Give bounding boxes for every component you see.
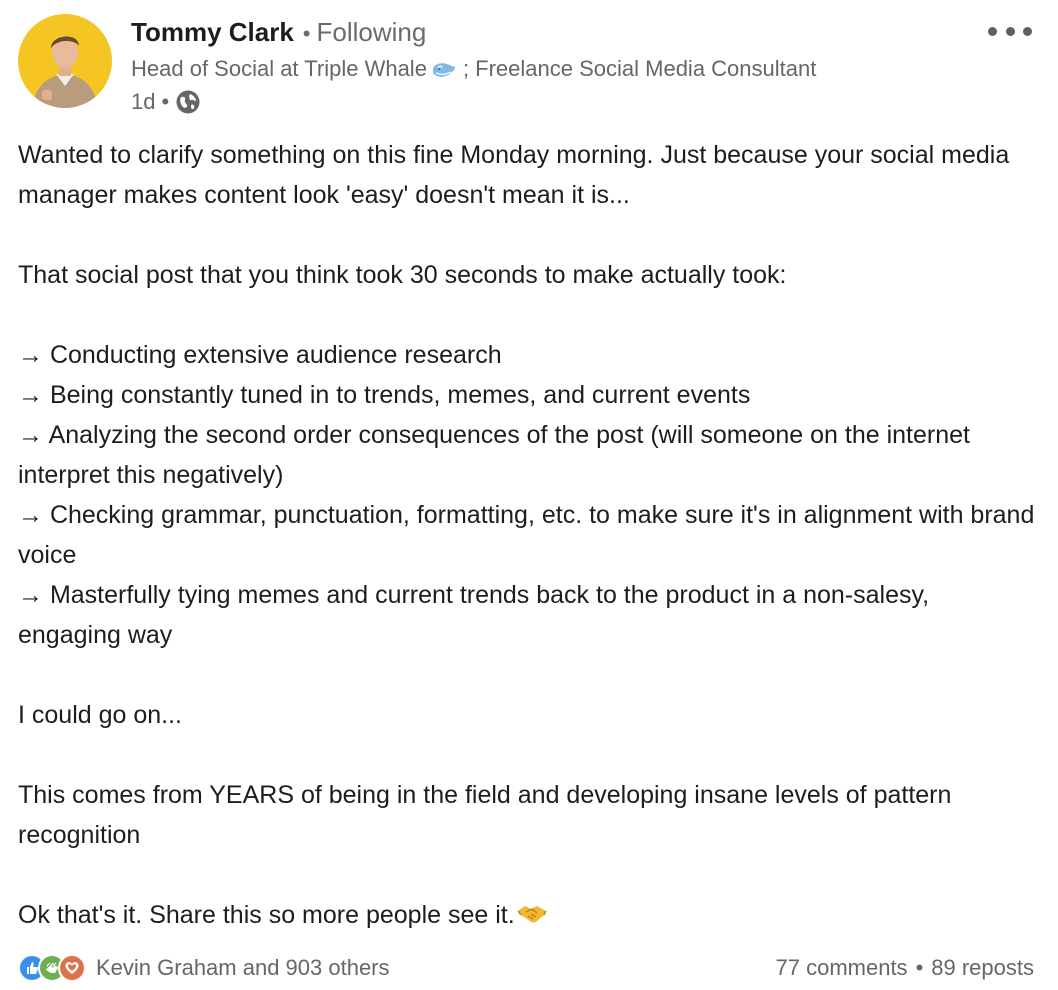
more-dot [1023, 26, 1032, 36]
reactions-count-text: Kevin Graham and 903 others [96, 955, 390, 980]
post-meta: 1d • [131, 88, 201, 116]
social-footer: Kevin Graham and 903 others 77 comments … [18, 950, 1034, 986]
post-list-item: → Being constantly tuned in to trends, m… [18, 381, 751, 409]
post-paragraph [18, 735, 1038, 775]
post-paragraph [18, 855, 1038, 895]
author-name[interactable]: Tommy Clark [131, 17, 294, 48]
handshake-icon [517, 897, 547, 923]
more-dot [988, 26, 997, 36]
post-paragraph [18, 215, 1038, 255]
love-reaction-icon [58, 954, 86, 982]
reposts-count-link[interactable]: 89 reposts [931, 955, 1034, 981]
post-paragraph [18, 655, 1038, 695]
stats-separator: • [915, 955, 924, 980]
headline-secondary: ; Freelance Social Media Consultant [462, 56, 817, 81]
author-headline: Head of Social at Triple Whale ; Freelan… [131, 56, 816, 82]
post-closing-text: Ok that's it. Share this so more people … [18, 901, 515, 929]
post-paragraph: This comes from YEARS of being in the fi… [18, 781, 952, 849]
post-list-item: → Conducting extensive audience research [18, 341, 502, 369]
follow-status[interactable]: Following [317, 17, 427, 48]
reactions-summary[interactable]: Kevin Graham and 903 others [18, 954, 390, 982]
author-header: Tommy Clark • Following [131, 17, 426, 51]
more-dot [1005, 26, 1015, 36]
profile-photo [18, 14, 112, 108]
whale-icon [431, 58, 457, 80]
avatar[interactable] [18, 14, 112, 108]
post-body: Wanted to clarify something on this fine… [18, 135, 1038, 935]
more-options-icon[interactable] [988, 22, 1032, 40]
post-list-item: → Analyzing the second order consequence… [18, 421, 970, 489]
linkedin-post: Tommy Clark • Following Head of Social a… [0, 0, 1058, 990]
post-closing: Ok that's it. Share this so more people … [18, 895, 1038, 935]
post-paragraph: I could go on... [18, 701, 183, 729]
engagement-stats: 77 comments • 89 reposts [776, 955, 1035, 981]
post-paragraph [18, 295, 1038, 335]
comments-count-link[interactable]: 77 comments [776, 955, 908, 981]
post-time: 1d [131, 89, 156, 114]
reaction-icons [18, 954, 86, 982]
meta-separator: • [161, 89, 170, 114]
post-list-item: → Masterfully tying memes and current tr… [18, 581, 930, 649]
post-paragraph: That social post that you think took 30 … [18, 261, 787, 289]
post-paragraph: Wanted to clarify something on this fine… [18, 141, 1010, 209]
post-list-item: → Checking grammar, punctuation, formatt… [18, 501, 1035, 569]
headline-role: Head of Social at Triple Whale [131, 56, 427, 81]
globe-icon [175, 89, 201, 115]
name-separator: • [302, 21, 311, 46]
